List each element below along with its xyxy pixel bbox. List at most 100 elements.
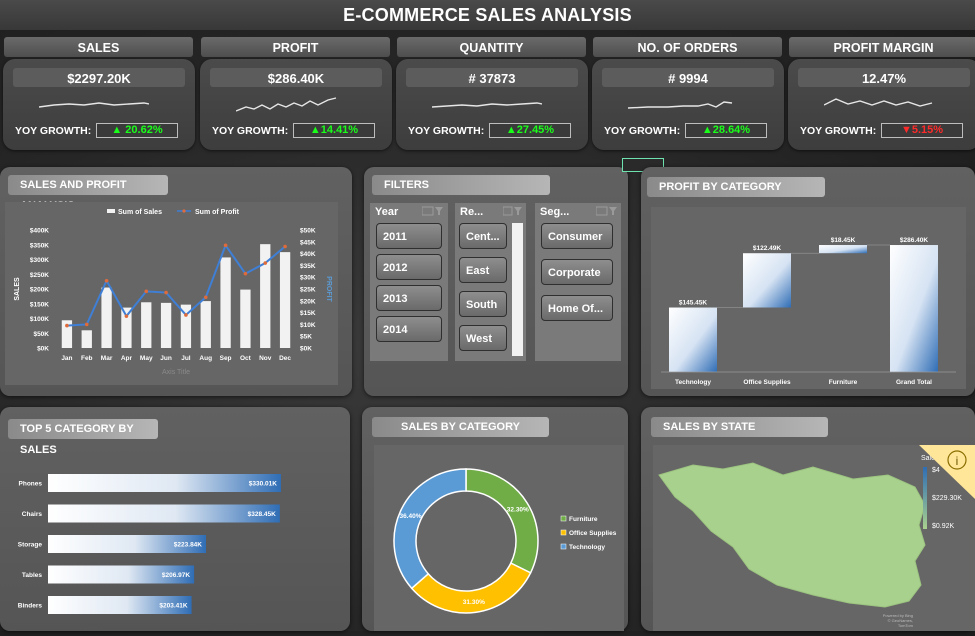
year-slicer-item[interactable]: 2012: [376, 254, 442, 280]
waterfall-bar: [669, 307, 717, 372]
kpi-yoy-label: YOY GROWTH:: [15, 125, 92, 137]
year-slicer-item[interactable]: 2011: [376, 223, 442, 249]
sales-profit-chart: Sum of Sales Sum of Profit $0K $50K $100K $15…: [14, 209, 332, 376]
kpi-yoy-growth: ▲28.64%: [685, 123, 767, 138]
waterfall-data-label: $122.49K: [753, 245, 781, 252]
sales-bar: [200, 301, 211, 348]
kpi-value: $286.40K: [210, 68, 382, 87]
left-tick-label: $150K: [30, 301, 49, 308]
kpi-yoy-label: YOY GROWTH:: [212, 125, 289, 137]
sales-bar: [141, 302, 152, 348]
segment-slicer: Seg... Consumer Corporate Home Of...: [535, 203, 621, 361]
left-tick-label: $200K: [30, 287, 49, 294]
kpi-header-4: PROFIT MARGIN: [789, 37, 975, 57]
segment-slicer-item[interactable]: Consumer: [541, 223, 613, 249]
top5-header: TOP 5 CATEGORY BY SALES: [8, 419, 158, 456]
kpi-card: 12.47% YOY GROWTH: ▼5.15%: [788, 59, 975, 150]
clear-filter-icon[interactable]: [422, 206, 444, 216]
x-tick-label: May: [140, 355, 153, 362]
kpi-card: # 37873 YOY GROWTH: ▲27.45%: [396, 59, 588, 150]
left-tick-label: $350K: [30, 242, 49, 249]
sales-bar: [121, 307, 132, 348]
waterfall-data-label: $145.45K: [679, 300, 707, 307]
profit-point: [283, 244, 287, 249]
profit-category-panel: PROFIT BY CATEGORY $145.45K Technology $12…: [641, 167, 975, 396]
right-tick-label: $40K: [300, 251, 316, 258]
kpi-value: # 9994: [602, 68, 774, 87]
year-slicer-title: Year: [375, 206, 399, 218]
region-slicer-item[interactable]: West: [459, 325, 507, 351]
top5-bar: [48, 504, 280, 523]
top5-bar: [48, 474, 281, 492]
x-tick-label: Nov: [259, 355, 272, 362]
profit-category-chart-area: $145.45K Technology $122.49K Office Supplie…: [651, 207, 966, 389]
x-tick-label: Apr: [121, 355, 133, 362]
sales-state-map-area: Sales $4 $229.30K $0.92K i Powered by Bi…: [653, 445, 975, 631]
x-tick-label: Oct: [240, 355, 252, 362]
top5-value-label: $328.45K: [248, 511, 276, 518]
right-tick-label: $30K: [300, 275, 316, 282]
year-slicer-item[interactable]: 2014: [376, 316, 442, 342]
profit-category-chart: $145.45K Technology $122.49K Office Supplie…: [661, 237, 956, 386]
left-tick-label: $250K: [30, 272, 49, 279]
left-tick-label: $0K: [37, 346, 49, 353]
donut-legend-swatch: [560, 543, 567, 550]
svg-text:i: i: [956, 454, 959, 468]
segment-slicer-item[interactable]: Home Of...: [541, 295, 613, 321]
x-tick-label: Jul: [181, 355, 191, 362]
profit-point: [124, 314, 129, 318]
kpi-yoy-label: YOY GROWTH:: [408, 125, 485, 137]
segment-slicer-item[interactable]: Corporate: [541, 259, 613, 285]
region-slicer-item[interactable]: Cent...: [459, 223, 507, 249]
right-tick-label: $35K: [300, 263, 316, 270]
segment-slicer-title: Seg...: [540, 206, 570, 218]
kpi-yoy-growth: ▲27.45%: [489, 123, 571, 138]
sales-bar: [160, 302, 172, 348]
top5-category-label: Phones: [19, 481, 43, 488]
x-tick-label: Sep: [220, 355, 232, 362]
waterfall-category-label: Office Supplies: [743, 379, 791, 386]
region-scrollbar[interactable]: [512, 223, 523, 356]
region-slicer: Re... Cent... East South West: [455, 203, 526, 361]
region-slicer-item[interactable]: East: [459, 257, 507, 283]
region-slicer-item[interactable]: South: [459, 291, 507, 317]
kpi-sparkline: [39, 102, 149, 108]
donut-legend-label: Furniture: [569, 516, 598, 523]
waterfall-bar: [890, 245, 938, 372]
waterfall-category-label: Furniture: [829, 379, 858, 386]
sales-category-chart-area: 32.30% Furniture 31.30% Office Supplies 36.4…: [374, 445, 624, 631]
kpi-yoy-growth: ▲14.41%: [293, 123, 375, 138]
left-tick-label: $300K: [30, 257, 49, 264]
profit-point: [243, 271, 248, 276]
clear-filter-icon[interactable]: [503, 206, 523, 216]
kpi-card: # 9994 YOY GROWTH: ▲28.64%: [592, 59, 784, 150]
x-tick-label: Dec: [279, 355, 291, 362]
sales-category-chart: 32.30% Furniture 31.30% Office Supplies 36.4…: [393, 468, 617, 614]
info-icon[interactable]: i: [919, 445, 975, 499]
right-tick-label: $20K: [300, 298, 316, 305]
profit-category-header: PROFIT BY CATEGORY: [647, 177, 825, 197]
donut-legend-label: Technology: [569, 544, 605, 551]
sales-profit-chart-area: Sum of Sales Sum of Profit $0K $50K $100K $15…: [5, 202, 338, 385]
sales-state-header: SALES BY STATE: [651, 417, 828, 437]
x-tick-label: Feb: [81, 355, 93, 362]
kpi-card: $2297.20K YOY GROWTH: ▲ 20.62%: [3, 59, 195, 150]
x-axis-title: Axis Title: [162, 369, 190, 376]
kpi-sparkline: [236, 97, 337, 112]
x-tick-label: Jan: [61, 355, 72, 362]
year-slicer-item[interactable]: 2013: [376, 285, 442, 311]
top5-category-label: Storage: [18, 542, 43, 549]
clear-filter-icon[interactable]: [596, 206, 618, 216]
kpi-yoy-growth: ▲ 20.62%: [96, 123, 178, 138]
profit-line: [66, 243, 286, 327]
profit-point: [104, 278, 109, 283]
sales-profit-header: SALES AND PROFIT ANALYSIS: [8, 175, 168, 212]
map-credit: Powered by Bing © GeoNames, TomTom: [875, 613, 913, 628]
kpi-yoy-growth: ▼5.15%: [881, 123, 963, 138]
y2-axis-title: PROFIT: [325, 276, 332, 302]
top5-value-label: $206.97K: [162, 572, 190, 579]
kpi-header-1: PROFIT: [201, 37, 390, 57]
right-tick-label: $45K: [300, 239, 316, 246]
top5-category-label: Tables: [22, 572, 42, 579]
waterfall-data-label: $286.40K: [900, 237, 928, 244]
